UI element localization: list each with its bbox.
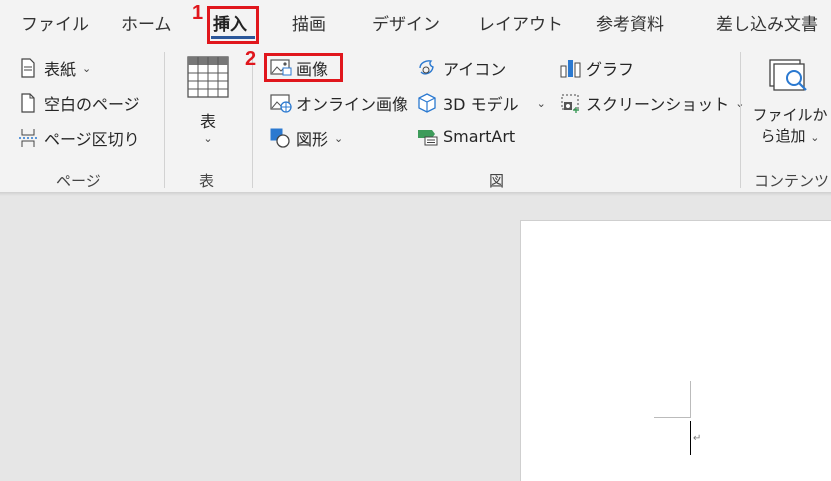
3d-models-label: 3D モデル (443, 95, 519, 114)
table-label: 表 (199, 112, 216, 131)
add-from-file-button[interactable]: ファイルか ら追加 ⌄ (750, 58, 830, 146)
cube-icon (417, 93, 437, 113)
tab-design[interactable]: デザイン (372, 10, 440, 35)
chevron-down-icon: ⌄ (536, 96, 546, 110)
page-break-icon (18, 128, 38, 148)
separator (164, 52, 165, 188)
document-page[interactable]: ↵ (520, 220, 831, 481)
page-break-button[interactable]: ページ区切り (18, 126, 140, 150)
shapes-label: 図形 (296, 130, 329, 149)
blank-page-button[interactable]: 空白のページ (18, 91, 140, 115)
icons-icon (417, 58, 437, 78)
chevron-down-icon: ⌄ (334, 131, 344, 145)
tab-references[interactable]: 参考資料 (596, 10, 664, 35)
blank-page-icon (18, 93, 38, 113)
group-label-table: 表 (199, 172, 215, 190)
smartart-button[interactable]: SmartArt (417, 126, 515, 146)
screenshot-button[interactable]: スクリーンショット ⌄ (560, 91, 744, 115)
icons-label: アイコン (443, 60, 507, 79)
add-from-file-label-line1: ファイルか (752, 106, 828, 124)
chart-button[interactable]: グラフ (560, 56, 634, 80)
online-picture-icon (270, 93, 292, 113)
cover-page-label: 表紙 (44, 60, 77, 79)
tab-mailings[interactable]: 差し込み文書 (716, 10, 818, 35)
ribbon-shadow (0, 192, 831, 196)
smartart-icon (417, 126, 438, 146)
callout-number-1: 1 (192, 2, 204, 24)
chevron-down-icon: ⌄ (203, 132, 213, 145)
chart-icon (560, 58, 581, 78)
paragraph-mark: ↵ (693, 433, 702, 444)
icons-button[interactable]: アイコン (417, 56, 506, 80)
separator (252, 52, 253, 188)
3d-models-button[interactable]: 3D モデル ⌄ (417, 91, 546, 115)
chart-label: グラフ (586, 60, 635, 79)
shapes-icon (270, 128, 290, 148)
text-cursor (690, 421, 691, 455)
shapes-button[interactable]: 図形 ⌄ (270, 126, 343, 150)
add-from-file-label-line2-text: ら追加 (760, 127, 806, 145)
group-label-pages: ページ (56, 172, 101, 190)
separator (740, 52, 741, 188)
margin-corner-mark (654, 381, 691, 418)
ribbon-tabs: ファイル ホーム 挿入 描画 デザイン レイアウト 参考資料 差し込み文書 (0, 0, 831, 46)
insert-tab-highlight (207, 6, 259, 44)
smartart-label: SmartArt (443, 126, 516, 146)
online-picture-label: オンライン画像 (296, 95, 409, 114)
chevron-down-icon: ⌄ (810, 131, 820, 144)
cover-page-button[interactable]: 表紙 ⌄ (18, 56, 91, 80)
cover-page-icon (18, 58, 38, 78)
page-break-label: ページ区切り (44, 130, 140, 149)
table-icon (186, 56, 230, 102)
group-label-illustrations: 図 (489, 172, 505, 190)
screenshot-icon (560, 93, 580, 113)
screenshot-label: スクリーンショット (586, 95, 730, 114)
add-from-file-icon (750, 58, 830, 98)
tab-home[interactable]: ホーム (121, 10, 172, 35)
group-label-content: コンテンツ (754, 172, 830, 190)
online-picture-button[interactable]: オンライン画像 (270, 91, 408, 115)
chevron-down-icon: ⌄ (82, 61, 92, 75)
add-from-file-label-line2: ら追加 ⌄ (750, 125, 830, 146)
picture-button-highlight (264, 53, 343, 82)
table-button[interactable]: 表 ⌄ (186, 56, 230, 145)
callout-number-2: 2 (245, 48, 257, 70)
tab-layout[interactable]: レイアウト (478, 10, 563, 35)
tab-draw[interactable]: 描画 (292, 10, 326, 35)
tab-file[interactable]: ファイル (21, 10, 89, 35)
ribbon: 表紙 ⌄ 空白のページ ページ区切り ページ 表 ⌄ 表 画像 オンライン画像 … (0, 46, 831, 192)
blank-page-label: 空白のページ (44, 95, 140, 114)
